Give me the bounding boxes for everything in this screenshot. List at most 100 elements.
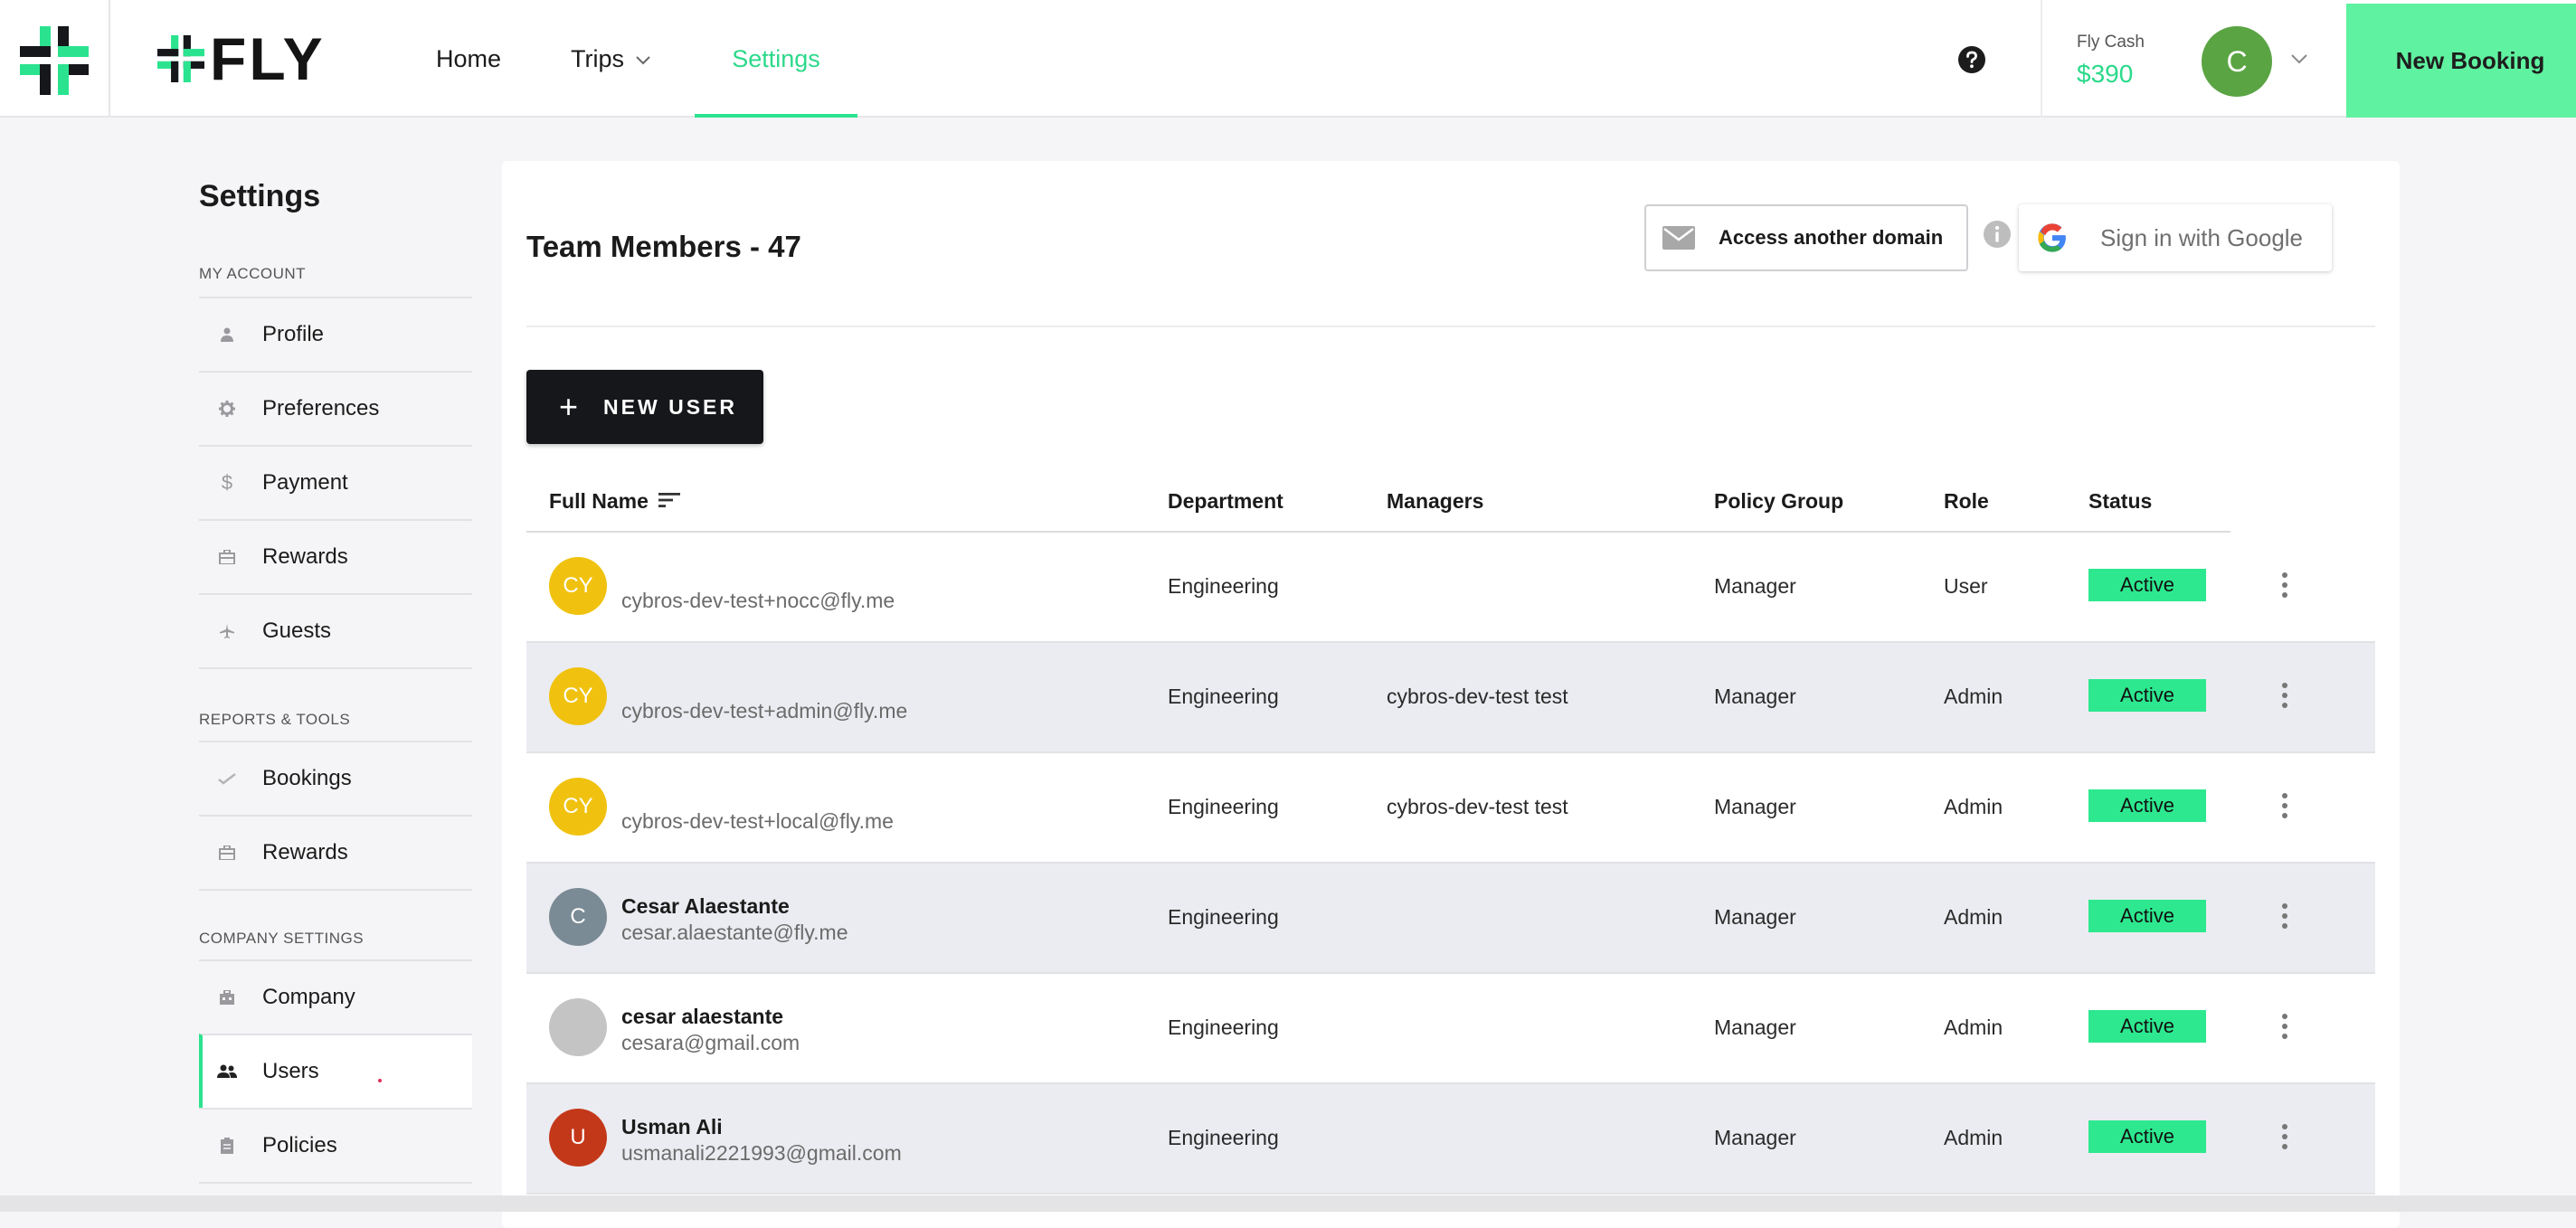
member-avatar: U: [549, 1109, 607, 1167]
table-row[interactable]: CY cybros-dev-test+local@fly.me Engineer…: [526, 753, 2375, 864]
sidebar-section-my-account: MY ACCOUNT: [199, 265, 307, 282]
table-row[interactable]: C Cesar Alaestante cesar.alaestante@fly.…: [526, 864, 2375, 974]
table-row[interactable]: CY cybros-dev-test+admin@fly.me Engineer…: [526, 643, 2375, 753]
nav-trips-label: Trips: [571, 44, 624, 72]
row-more-options-icon[interactable]: [2282, 793, 2287, 823]
row-more-options-icon[interactable]: [2282, 1124, 2287, 1154]
sidebar-item-label: Bookings: [262, 766, 352, 790]
sidebar-item-company[interactable]: Company: [199, 959, 472, 1034]
fly-logo-mark-icon: [157, 35, 204, 82]
new-booking-button[interactable]: New Booking: [2346, 4, 2576, 118]
member-email: cybros-dev-test+local@fly.me: [621, 809, 894, 833]
new-user-label: NEW USER: [603, 394, 737, 419]
member-name: cesar alaestante: [621, 1005, 784, 1028]
brand-wordmark: FLY: [210, 25, 326, 92]
member-role: Admin: [1944, 685, 2003, 708]
sidebar-item-users[interactable]: Users: [199, 1034, 472, 1108]
notification-dot: [378, 1079, 382, 1082]
member-role: Admin: [1944, 795, 2003, 818]
member-email: cesara@gmail.com: [621, 1031, 800, 1054]
column-header-full-name[interactable]: Full Name: [549, 489, 649, 514]
member-managers: cybros-dev-test test: [1387, 685, 1568, 708]
chevron-down-icon: [636, 56, 650, 65]
fly-cash-label: Fly Cash: [2077, 33, 2145, 52]
member-department: Engineering: [1168, 574, 1279, 598]
member-avatar: CY: [549, 778, 607, 836]
table-row[interactable]: U Usman Ali usmanali2221993@gmail.com En…: [526, 1084, 2375, 1195]
app-logo-tile[interactable]: [0, 0, 110, 118]
google-sign-in-button[interactable]: Sign in with Google: [2019, 204, 2332, 271]
row-more-options-icon[interactable]: [2282, 683, 2287, 713]
brand-logo[interactable]: FLY: [157, 25, 326, 92]
sidebar-item-label: Rewards: [262, 544, 348, 569]
sort-icon[interactable]: [658, 491, 680, 509]
info-icon[interactable]: [1983, 220, 2012, 249]
member-name: Cesar Alaestante: [621, 894, 790, 918]
row-more-options-icon[interactable]: [2282, 903, 2287, 933]
fly-cash-value: $390: [2077, 60, 2134, 88]
column-header-department: Department: [1168, 489, 1283, 513]
sidebar-item-profile[interactable]: Profile: [199, 297, 472, 371]
sidebar-item-rewards[interactable]: Rewards: [199, 519, 472, 593]
nav-home[interactable]: Home: [436, 0, 501, 118]
member-role: Admin: [1944, 1015, 2003, 1039]
sidebar-item-label: Policies: [262, 1133, 337, 1157]
table-row[interactable]: cesar alaestante cesara@gmail.com Engine…: [526, 974, 2375, 1084]
header-divider: [2041, 0, 2042, 118]
sidebar-item-label: Preferences: [262, 396, 380, 420]
status-badge: Active: [2088, 679, 2206, 712]
access-another-domain-label: Access another domain: [1719, 226, 1944, 249]
account-menu-chevron-icon[interactable]: [2290, 52, 2308, 65]
column-header-managers: Managers: [1387, 489, 1484, 513]
users-icon: [217, 1062, 237, 1082]
sidebar-item-payment[interactable]: $ Payment: [199, 445, 472, 519]
sidebar-item-label: Profile: [262, 322, 325, 346]
new-user-button[interactable]: + NEW USER: [526, 370, 763, 444]
horizontal-scrollbar[interactable]: [0, 1195, 2576, 1212]
mail-icon: [1662, 226, 1695, 250]
member-avatar: CY: [549, 557, 607, 615]
nav-active-indicator: [695, 114, 857, 118]
sidebar-item-policies[interactable]: Policies: [199, 1108, 472, 1184]
plus-icon: +: [559, 388, 579, 425]
row-more-options-icon[interactable]: [2282, 1014, 2287, 1044]
person-icon: [217, 325, 237, 345]
member-policy-group: Manager: [1714, 574, 1796, 598]
table-row[interactable]: CY cybros-dev-test+nocc@fly.me Engineeri…: [526, 533, 2375, 643]
sidebar-item-label: Guests: [262, 619, 332, 643]
column-header-status: Status: [2088, 489, 2153, 513]
nav-settings[interactable]: Settings: [695, 0, 857, 118]
status-badge: Active: [2088, 1120, 2206, 1153]
nav-trips[interactable]: Trips: [571, 0, 651, 118]
sidebar-item-label: Company: [262, 985, 355, 1009]
gift-box-icon: [217, 547, 237, 567]
sidebar-item-label: Payment: [262, 470, 348, 495]
gift-box-icon: [217, 843, 237, 863]
status-badge: Active: [2088, 1010, 2206, 1043]
gear-icon: [217, 399, 237, 419]
member-department: Engineering: [1168, 685, 1279, 708]
user-avatar[interactable]: C: [2202, 26, 2272, 97]
sidebar-section-company-settings: COMPANY SETTINGS: [199, 930, 365, 947]
sidebar-item-guests[interactable]: Guests: [199, 593, 472, 669]
sidebar-item-preferences[interactable]: Preferences: [199, 371, 472, 445]
page-title: Team Members - 47: [526, 230, 801, 263]
help-icon[interactable]: [1957, 45, 1986, 74]
sidebar-item-bookings[interactable]: Bookings: [199, 741, 472, 815]
member-email: cesar.alaestante@fly.me: [621, 921, 848, 944]
access-another-domain-button[interactable]: Access another domain: [1644, 204, 1968, 271]
sidebar-item-reports-rewards[interactable]: Rewards: [199, 815, 472, 891]
member-department: Engineering: [1168, 795, 1279, 818]
google-sign-in-label: Sign in with Google: [2100, 223, 2304, 251]
row-more-options-icon[interactable]: [2282, 572, 2287, 602]
member-department: Engineering: [1168, 1126, 1279, 1149]
column-header-policy-group: Policy Group: [1714, 489, 1844, 513]
status-badge: Active: [2088, 569, 2206, 601]
sidebar-section-reports-tools: REPORTS & TOOLS: [199, 711, 351, 728]
sidebar-item-label: Rewards: [262, 840, 348, 864]
check-mark-icon: [217, 769, 237, 789]
member-name: Usman Ali: [621, 1115, 723, 1138]
member-department: Engineering: [1168, 1015, 1279, 1039]
top-navigation-bar: FLY Home Trips Settings Fly Cash $390 C …: [0, 0, 2576, 118]
member-policy-group: Manager: [1714, 795, 1796, 818]
